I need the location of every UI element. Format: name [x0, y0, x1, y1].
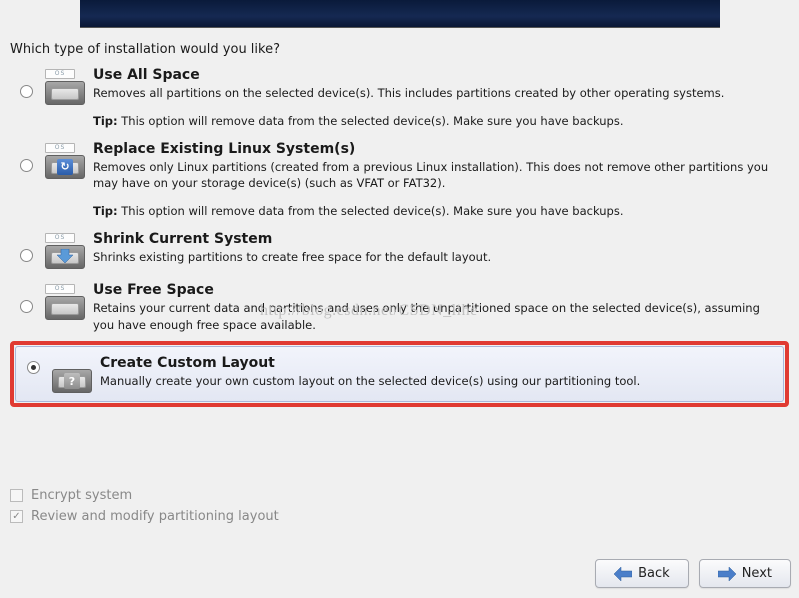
review-layout-label: Review and modify partitioning layout	[31, 509, 279, 524]
encrypt-system-row: Encrypt system	[10, 488, 279, 503]
radio-custom-layout[interactable]	[27, 361, 40, 374]
encrypt-system-label: Encrypt system	[31, 488, 132, 503]
disk-blank-icon: OS	[45, 69, 85, 105]
disk-replace-icon: OS ↻	[45, 143, 85, 179]
review-layout-row: Review and modify partitioning layout	[10, 509, 279, 524]
back-button[interactable]: Back	[595, 559, 689, 588]
option-desc: Manually create your own custom layout o…	[100, 373, 769, 390]
bottom-checkboxes: Encrypt system Review and modify partiti…	[10, 488, 279, 530]
encrypt-system-checkbox	[10, 489, 23, 502]
option-replace-linux[interactable]: OS ↻ Replace Existing Linux System(s) Re…	[10, 136, 789, 223]
option-tip: Tip: This option will remove data from t…	[93, 114, 776, 128]
nav-buttons: Back Next	[595, 559, 791, 588]
option-desc: Retains your current data and partitions…	[93, 300, 776, 333]
radio-use-free-space[interactable]	[20, 300, 33, 313]
radio-replace-linux[interactable]	[20, 159, 33, 172]
radio-use-all-space[interactable]	[20, 85, 33, 98]
disk-custom-icon: ?	[52, 357, 92, 393]
next-button-label: Next	[742, 566, 772, 581]
option-title: Replace Existing Linux System(s)	[93, 141, 776, 157]
option-title: Create Custom Layout	[100, 355, 769, 371]
option-tip: Tip: This option will remove data from t…	[93, 204, 776, 218]
install-type-options: OS Use All Space Removes all partitions …	[10, 62, 789, 410]
back-arrow-icon	[614, 567, 632, 581]
disk-freespace-icon: OS	[45, 284, 85, 320]
option-use-all-space[interactable]: OS Use All Space Removes all partitions …	[10, 62, 789, 133]
review-layout-checkbox	[10, 510, 23, 523]
next-arrow-icon	[718, 567, 736, 581]
option-desc: Removes only Linux partitions (created f…	[93, 159, 776, 192]
install-type-prompt: Which type of installation would you lik…	[10, 42, 280, 57]
disk-shrink-icon: OS	[45, 233, 85, 269]
option-shrink[interactable]: OS Shrink Current System Shrinks existin…	[10, 226, 789, 274]
radio-shrink[interactable]	[20, 249, 33, 262]
option-title: Use All Space	[93, 67, 776, 83]
option-desc: Removes all partitions on the selected d…	[93, 85, 776, 102]
next-button[interactable]: Next	[699, 559, 791, 588]
option-title: Shrink Current System	[93, 231, 776, 247]
option-desc: Shrinks existing partitions to create fr…	[93, 249, 776, 266]
option-use-free-space[interactable]: OS Use Free Space Retains your current d…	[10, 277, 789, 338]
installer-banner	[80, 0, 720, 28]
back-button-label: Back	[638, 566, 670, 581]
option-custom-layout[interactable]: ? Create Custom Layout Manually create y…	[10, 341, 789, 407]
option-title: Use Free Space	[93, 282, 776, 298]
